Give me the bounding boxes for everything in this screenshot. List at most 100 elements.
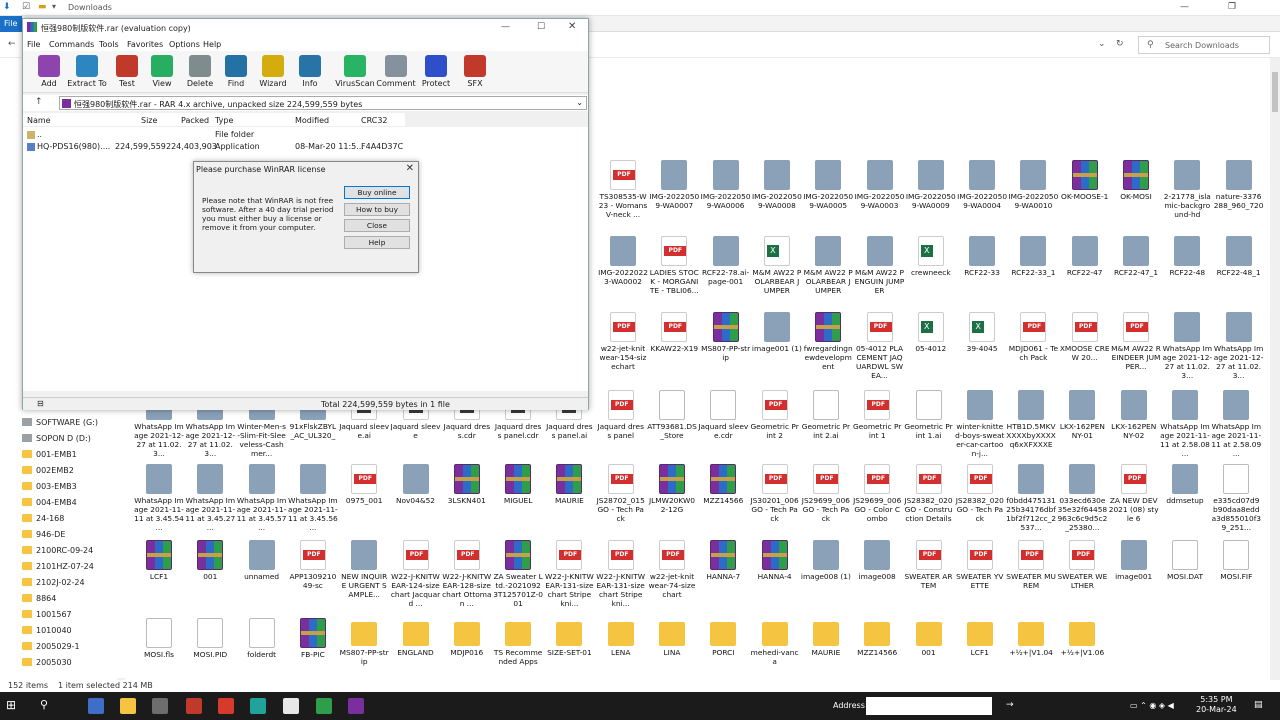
nav-item[interactable]: 946-DE xyxy=(22,530,65,545)
column-header-modified[interactable]: Modified xyxy=(295,116,329,125)
archive-file-row[interactable]: .. File folder xyxy=(23,129,405,141)
file-item[interactable]: Geometric Print 1 xyxy=(852,390,902,440)
content-scrollbar[interactable] xyxy=(1270,58,1280,680)
file-item[interactable]: OK-MOOSE-1 xyxy=(1060,160,1110,201)
file-item[interactable]: SIZE-SET-01 xyxy=(544,618,594,657)
file-item[interactable]: JS29699_006GO - Color Combo xyxy=(852,464,902,523)
file-item[interactable]: f0bdd47513125b34176dbf1bf2f712cc_2537... xyxy=(1006,464,1056,532)
file-item[interactable]: 033ecd630e35e32f64458963c6c9d5c2_25380..… xyxy=(1057,464,1107,532)
dropdown-chevron-icon[interactable]: ⌄ xyxy=(1098,39,1106,49)
file-item[interactable]: TS Recommended Apps xyxy=(493,618,543,666)
toolbar-add-button[interactable]: Add xyxy=(29,55,69,88)
nav-item[interactable]: 8864 xyxy=(22,594,56,609)
file-item[interactable]: folderdt xyxy=(237,618,287,659)
taskbar-address-input[interactable] xyxy=(866,697,992,715)
file-item[interactable]: image001 (1) xyxy=(752,312,802,353)
start-icon[interactable]: ⊞ xyxy=(6,698,22,714)
nav-item[interactable]: 002EMB2 xyxy=(22,466,74,481)
file-item[interactable]: +½+|V1.06 xyxy=(1057,618,1107,657)
file-item[interactable]: SWEATER MUREM xyxy=(1006,540,1056,590)
file-item[interactable]: MDJD061 - Tech Pack xyxy=(1008,312,1058,362)
file-item[interactable]: MS807-PP-strip xyxy=(339,618,389,666)
file-item[interactable]: IMG-20220509-WA0009 xyxy=(906,160,956,210)
maximize-icon[interactable]: ☐ xyxy=(537,22,545,32)
nav-item[interactable]: 004-EMB4 xyxy=(22,498,77,513)
app-r-icon[interactable] xyxy=(218,698,234,714)
file-item[interactable]: 2-21778_islamic-background-hd xyxy=(1162,160,1212,219)
file-item[interactable]: OK-MOSI xyxy=(1111,160,1161,201)
file-item[interactable]: image001 xyxy=(1109,540,1159,581)
file-item[interactable]: w22-jet-knitwear-74-sizechart xyxy=(647,540,697,599)
file-item[interactable]: PORCI xyxy=(698,618,748,657)
file-item[interactable]: SWEATER WELTHER xyxy=(1057,540,1107,590)
file-item[interactable]: WhatsApp Image 2021-12-27 at 11.02.3... xyxy=(1162,312,1212,380)
quick-access-dropdown-icon[interactable]: ▾ xyxy=(52,2,56,11)
file-item[interactable]: MS807-PP-strip xyxy=(701,312,751,362)
toolbar-test-button[interactable]: Test xyxy=(107,55,147,88)
nav-item[interactable]: 2102J-02-24 xyxy=(22,578,85,593)
file-item[interactable]: RCF22-47_1 xyxy=(1111,236,1161,277)
nav-item[interactable]: 2005029-1 xyxy=(22,642,80,657)
file-item[interactable]: nature-3376288_960_720 xyxy=(1214,160,1264,210)
checkbox-icon[interactable]: ☑ xyxy=(22,2,30,12)
file-item[interactable]: IMG-20220509-WA0005 xyxy=(803,160,853,210)
nav-item[interactable]: 24-168 xyxy=(22,514,64,529)
file-item[interactable]: WhatsApp Image 2021-11-11 at 2.58.08 ... xyxy=(1160,390,1210,458)
refresh-icon[interactable]: ↻ xyxy=(1116,39,1124,49)
file-item[interactable]: KKAW22-X19 xyxy=(649,312,699,353)
file-item[interactable]: 05-4012 xyxy=(906,312,956,353)
file-item[interactable]: JS28382_020GO - Tech Pack xyxy=(955,464,1005,523)
file-item[interactable]: MOSI.DAT xyxy=(1160,540,1210,581)
file-item[interactable]: fwregardingnewdevelopment xyxy=(803,312,853,371)
toolbar-find-button[interactable]: Find xyxy=(216,55,256,88)
file-item[interactable]: image008 (1) xyxy=(801,540,851,581)
file-item[interactable]: JS28702_015GO - Tech Pack xyxy=(596,464,646,523)
buy-online-button[interactable]: Buy online xyxy=(344,186,410,199)
how-to-buy-button[interactable]: How to buy xyxy=(344,203,410,216)
tray-icons[interactable]: ▭ ⌃ ◉ ◈ ◀ xyxy=(1130,701,1174,710)
file-item[interactable]: WhatsApp Image 2021-11-11 at 3.45.57 ... xyxy=(237,464,287,532)
file-item[interactable]: FB-PIC xyxy=(288,618,338,659)
column-header-crc32[interactable]: CRC32 xyxy=(361,116,388,125)
nav-item[interactable]: 2005030 xyxy=(22,658,72,673)
file-item[interactable]: +½+|V1.04 xyxy=(1006,618,1056,657)
file-item[interactable]: ddmsetup xyxy=(1160,464,1210,505)
toolbar-virusscan-button[interactable]: VirusScan xyxy=(335,55,375,88)
file-item[interactable]: MDJP016 xyxy=(442,618,492,657)
path-dropdown-icon[interactable]: ⌄ xyxy=(576,98,583,107)
menu-help[interactable]: Help xyxy=(203,40,221,49)
file-item[interactable]: RCF22-33_1 xyxy=(1008,236,1058,277)
file-item[interactable]: LKX-162PENNY-02 xyxy=(1109,390,1159,440)
file-item[interactable]: IMG-20220509-WA0007 xyxy=(649,160,699,210)
taskbar-clock[interactable]: 5:35 PM 20-Mar-24 xyxy=(1196,695,1237,715)
file-item[interactable]: MIGUEL xyxy=(493,464,543,505)
file-item[interactable]: IMG-20220223-WA0002 xyxy=(598,236,648,286)
file-item[interactable]: LINA xyxy=(647,618,697,657)
toolbar-wizard-button[interactable]: Wizard xyxy=(253,55,293,88)
file-item[interactable]: APP130921049-sc xyxy=(288,540,338,590)
up-arrow-icon[interactable]: ↑ xyxy=(35,97,43,107)
toolbar-extract-to-button[interactable]: Extract To xyxy=(67,55,107,88)
file-item[interactable]: WhatsApp Image 2021-11-11 at 3.45.27 ... xyxy=(185,464,235,532)
file-item[interactable]: RCF22-33 xyxy=(957,236,1007,277)
minimize-icon[interactable]: — xyxy=(1180,2,1189,12)
file-item[interactable]: IMG-20220509-WA0008 xyxy=(752,160,802,210)
go-arrow-icon[interactable]: → xyxy=(1006,700,1014,710)
search-icon[interactable]: ⚲ xyxy=(40,698,56,714)
file-item[interactable]: Geometric Print 2 xyxy=(750,390,800,440)
file-item[interactable]: MOSI.fls xyxy=(134,618,184,659)
file-item[interactable]: HANNA-4 xyxy=(750,540,800,581)
file-item[interactable]: JS28382_020GO - Construction Details xyxy=(904,464,954,523)
file-item[interactable]: JLMW20KW02-12G xyxy=(647,464,697,514)
file-item[interactable]: MZZ14566 xyxy=(852,618,902,657)
nav-item[interactable]: 1010040 xyxy=(22,626,72,641)
file-item[interactable]: M&M AW22 POLARBEAR JUMPER xyxy=(803,236,853,295)
file-item[interactable]: Geometric Print 1.ai xyxy=(904,390,954,440)
search-input[interactable]: ⚲ Search Downloads xyxy=(1138,36,1270,54)
file-item[interactable]: W22-J-KNITWEAR-131-sizechart Stripe kni.… xyxy=(596,540,646,608)
toolbar-info-button[interactable]: Info xyxy=(290,55,330,88)
file-item[interactable]: JS30201_006GO - Tech Pack xyxy=(750,464,800,523)
toolbar-view-button[interactable]: View xyxy=(142,55,182,88)
file-item[interactable]: unnamed xyxy=(237,540,287,581)
back-arrow-icon[interactable]: ← xyxy=(8,39,16,49)
